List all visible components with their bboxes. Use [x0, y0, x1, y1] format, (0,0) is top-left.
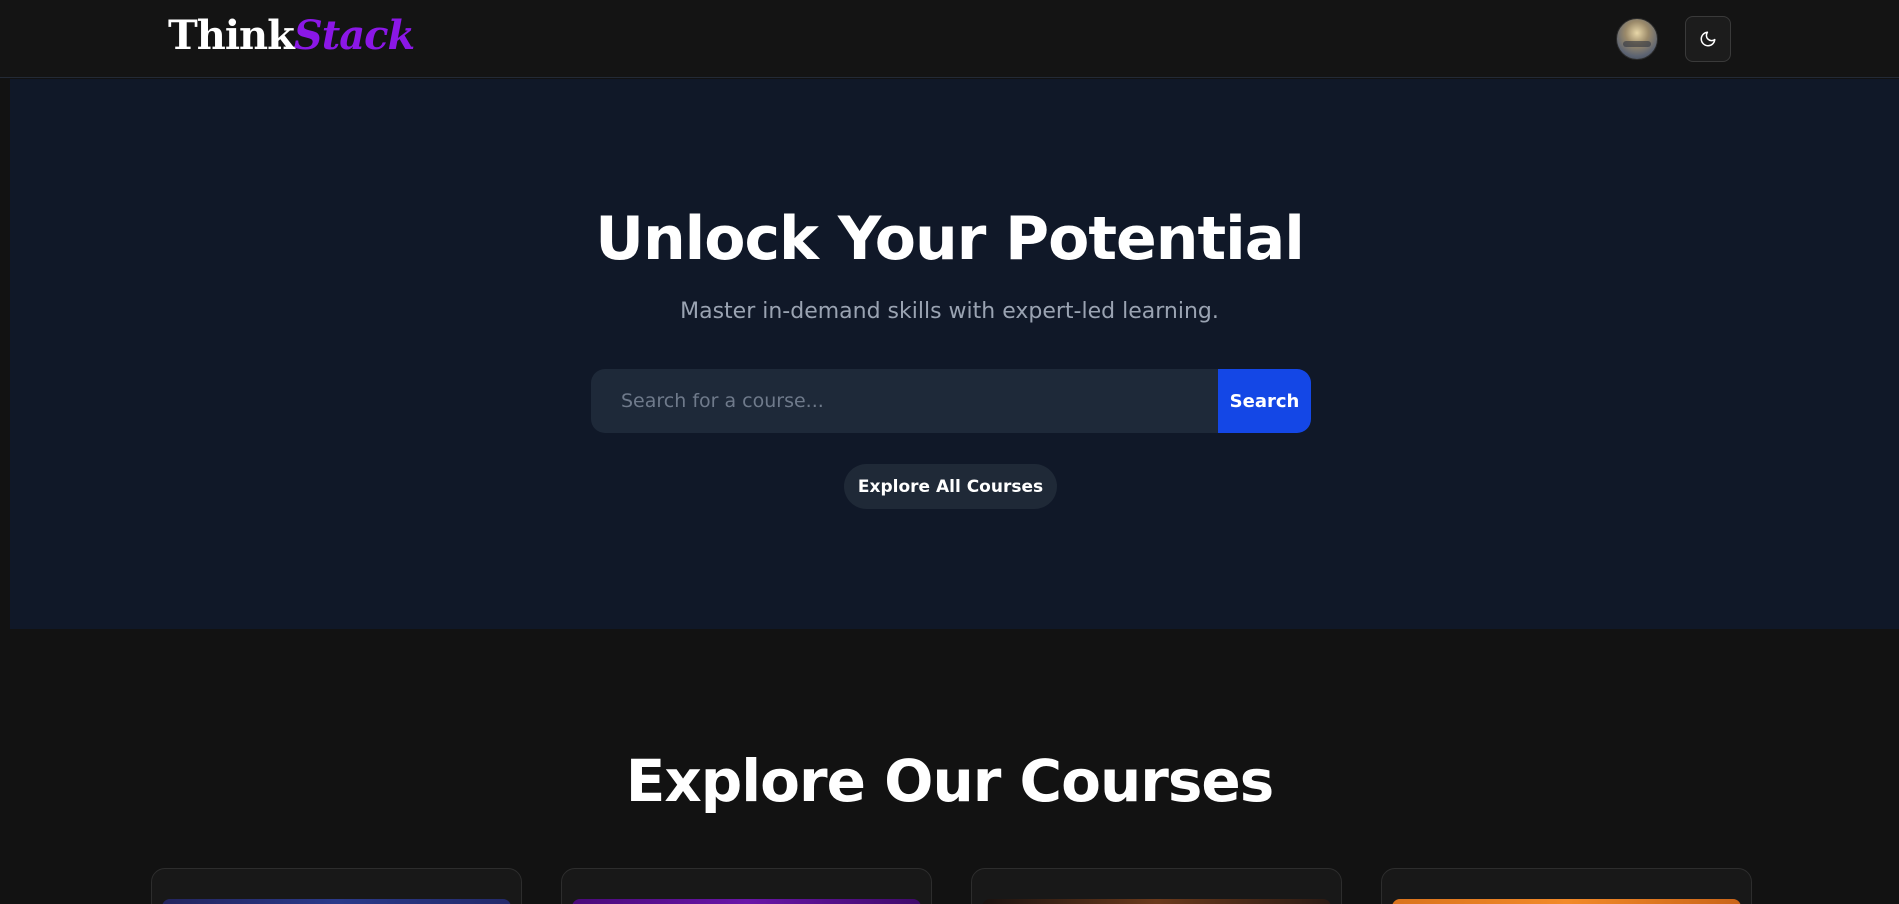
course-thumbnail — [1392, 899, 1741, 904]
top-navbar: ThinkStack — [0, 0, 1899, 78]
course-card[interactable] — [1381, 868, 1752, 904]
course-search-input[interactable] — [591, 369, 1218, 433]
hero-subtitle: Master in-demand skills with expert-led … — [680, 299, 1219, 324]
explore-all-courses-button[interactable]: Explore All Courses — [844, 464, 1057, 509]
course-search-bar: Search — [591, 369, 1311, 433]
theme-toggle-button[interactable] — [1685, 16, 1731, 62]
thinkstack-logo[interactable]: ThinkStack — [168, 12, 415, 60]
course-card[interactable] — [561, 868, 932, 904]
course-card[interactable] — [971, 868, 1342, 904]
course-card[interactable] — [151, 868, 522, 904]
logo-stack-text: Stack — [293, 12, 415, 59]
courses-section-title: Explore Our Courses — [625, 747, 1275, 815]
course-thumbnail — [572, 899, 921, 904]
avatar-image-detail — [1623, 41, 1651, 47]
hero-title: Unlock Your Potential — [595, 204, 1305, 274]
search-button[interactable]: Search — [1218, 369, 1311, 433]
course-thumbnail — [982, 899, 1331, 904]
moon-icon — [1700, 31, 1716, 47]
logo-think-text: Think — [168, 12, 295, 59]
hero-section — [10, 79, 1899, 629]
user-avatar[interactable] — [1616, 18, 1658, 60]
course-thumbnail — [162, 899, 511, 904]
